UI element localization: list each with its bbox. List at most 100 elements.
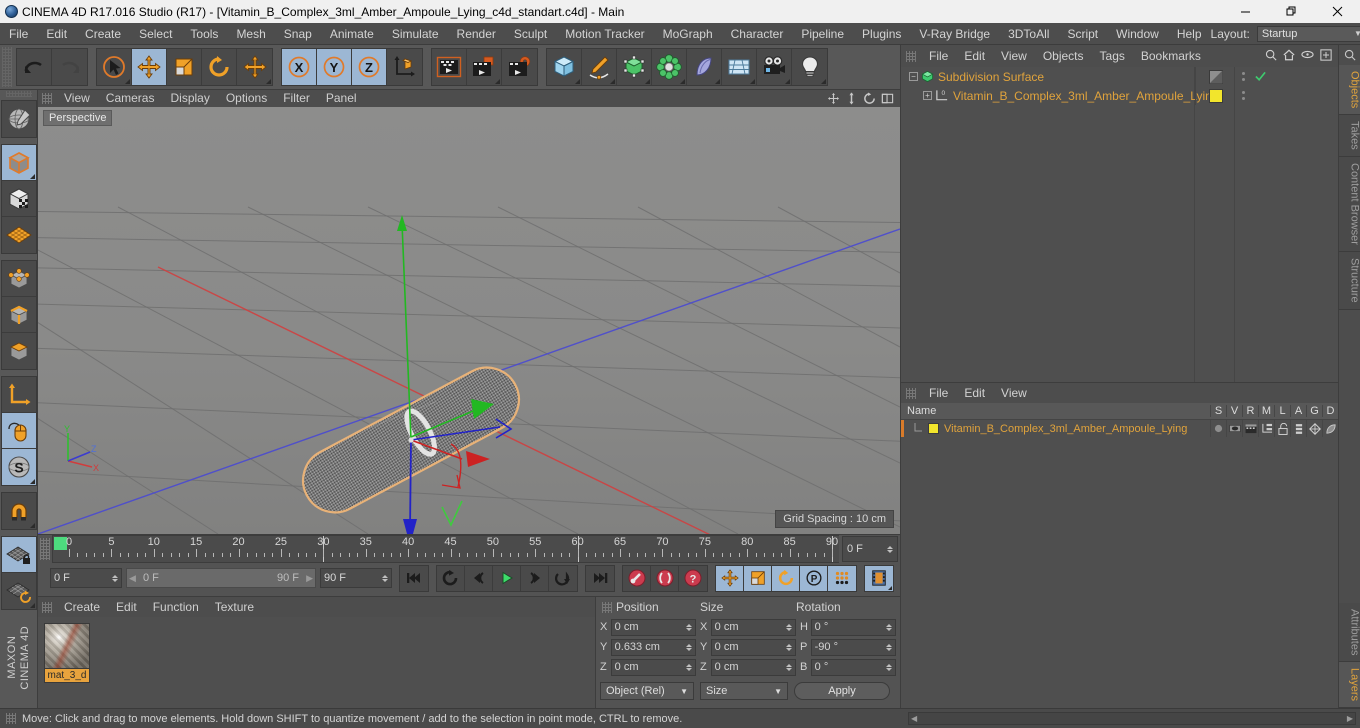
edges-mode-button[interactable] xyxy=(1,297,36,334)
stepper-icon[interactable] xyxy=(786,663,792,671)
scale-key-toggle[interactable] xyxy=(744,565,772,591)
horizontal-scrollbar[interactable]: ◀ ▶ xyxy=(908,712,1356,725)
tab-content-browser[interactable]: Content Browser xyxy=(1338,157,1360,252)
step-back-button[interactable] xyxy=(465,565,493,591)
layer-menu-view[interactable]: View xyxy=(993,383,1035,403)
left-toolbar-grip[interactable] xyxy=(5,91,32,98)
menu-animate[interactable]: Animate xyxy=(321,23,383,45)
generator-icon[interactable] xyxy=(1306,420,1322,437)
render-settings-button[interactable] xyxy=(502,49,537,85)
viewport-menu-view[interactable]: View xyxy=(56,90,98,107)
loop-playback-button[interactable] xyxy=(549,566,577,591)
expand-toggle-icon[interactable]: + xyxy=(923,91,932,100)
object-menu-file[interactable]: File xyxy=(921,45,956,67)
parameter-key-toggle[interactable]: P xyxy=(800,565,828,591)
rotation-h-input[interactable]: 0 ° xyxy=(810,618,896,636)
menu-plugins[interactable]: Plugins xyxy=(853,23,910,45)
menu-motion-tracker[interactable]: Motion Tracker xyxy=(556,23,653,45)
object-check-cell[interactable] xyxy=(1250,67,1270,86)
lock-open-icon[interactable] xyxy=(1274,420,1290,437)
step-forward-button[interactable] xyxy=(521,565,549,591)
menu-vray-bridge[interactable]: V-Ray Bridge xyxy=(910,23,999,45)
material-item[interactable]: mat_3_d xyxy=(44,623,90,683)
coordinate-system-dropdown[interactable]: Object (Rel) ▼ xyxy=(600,682,694,700)
enable-snapping-button[interactable]: S xyxy=(1,449,36,486)
add-spline-button[interactable] xyxy=(582,49,617,85)
object-menu-view[interactable]: View xyxy=(993,45,1035,67)
stepper-icon[interactable] xyxy=(686,623,692,631)
play-backwards-loop-button[interactable] xyxy=(437,565,465,591)
menu-mograph[interactable]: MoGraph xyxy=(654,23,722,45)
move-tool-button[interactable] xyxy=(132,49,167,85)
lock-y-axis-button[interactable]: Y xyxy=(317,49,352,85)
visibility-dots-icon[interactable] xyxy=(1241,72,1245,81)
position-z-input[interactable]: 0 cm xyxy=(610,658,696,676)
add-camera-button[interactable] xyxy=(757,49,792,85)
orbit-icon[interactable] xyxy=(862,91,877,106)
play-button[interactable] xyxy=(493,565,521,591)
layer-color-swatch[interactable] xyxy=(928,423,939,434)
material-menu-create[interactable]: Create xyxy=(56,597,108,617)
rotation-key-toggle[interactable] xyxy=(772,565,800,591)
layer-menu-edit[interactable]: Edit xyxy=(956,383,993,403)
maximize-button[interactable] xyxy=(1268,0,1314,23)
position-y-input[interactable]: 0.633 cm xyxy=(610,638,696,656)
stepper-icon[interactable] xyxy=(786,623,792,631)
menu-mesh[interactable]: Mesh xyxy=(227,23,274,45)
layer-menu-file[interactable]: File xyxy=(921,383,956,403)
maximize-view-icon[interactable] xyxy=(880,91,895,106)
autokeying-button[interactable] xyxy=(651,565,679,591)
preview-range-slider[interactable]: ◀ 0 F 90 F ▶ xyxy=(126,568,316,588)
new-layer-icon[interactable] xyxy=(1320,48,1332,64)
menu-3dtoall[interactable]: 3DToAll xyxy=(999,23,1058,45)
end-frame-field[interactable]: 90 F xyxy=(320,568,392,588)
menu-script[interactable]: Script xyxy=(1058,23,1107,45)
status-bar-grip[interactable] xyxy=(6,713,16,724)
rotation-b-input[interactable]: 0 ° xyxy=(810,658,896,676)
keyframe-selection-button[interactable]: ? xyxy=(679,566,707,591)
lock-z-axis-button[interactable]: Z xyxy=(352,49,387,85)
timeline-filmstrip-button[interactable] xyxy=(865,565,893,591)
visibility-dots-icon[interactable] xyxy=(1241,91,1245,100)
range-right-arrow-icon[interactable]: ▶ xyxy=(306,573,313,584)
coordinate-system-button[interactable] xyxy=(387,49,422,85)
viewport-grip[interactable] xyxy=(42,93,52,104)
stepper-icon[interactable] xyxy=(686,643,692,651)
minimize-button[interactable] xyxy=(1222,0,1268,23)
size-z-input[interactable]: 0 cm xyxy=(710,658,796,676)
tab-objects[interactable]: Objects xyxy=(1338,65,1360,116)
viewport-menu-filter[interactable]: Filter xyxy=(275,90,318,107)
object-material-tag-cell[interactable] xyxy=(1196,88,1236,103)
layout-dropdown[interactable]: Startup ▼ xyxy=(1256,25,1360,42)
tab-takes[interactable]: Takes xyxy=(1338,115,1360,158)
stepper-icon[interactable] xyxy=(886,623,892,631)
menu-pipeline[interactable]: Pipeline xyxy=(792,23,853,45)
menu-window[interactable]: Window xyxy=(1107,23,1168,45)
material-menu-texture[interactable]: Texture xyxy=(207,597,262,617)
dynamic-place-tool-button[interactable] xyxy=(237,49,272,85)
planar-workplane-button[interactable] xyxy=(2,573,36,609)
workplane-mode-button[interactable] xyxy=(2,217,36,253)
visible-eye-icon[interactable] xyxy=(1226,420,1242,437)
toolbar-grip[interactable] xyxy=(2,47,12,87)
record-active-objects-button[interactable] xyxy=(623,565,651,591)
object-manager-grip[interactable] xyxy=(906,50,916,62)
stepper-icon[interactable] xyxy=(887,545,893,553)
menu-edit[interactable]: Edit xyxy=(37,23,76,45)
redo-button[interactable] xyxy=(52,49,87,85)
tab-layers[interactable]: Layers xyxy=(1338,661,1360,708)
viewport-menu-display[interactable]: Display xyxy=(162,90,217,107)
render-view-button[interactable] xyxy=(432,49,467,85)
object-menu-tags[interactable]: Tags xyxy=(1092,45,1133,67)
texture-mode-button[interactable] xyxy=(1,181,36,218)
tab-attributes[interactable]: Attributes xyxy=(1338,602,1360,662)
render-to-picture-viewer-button[interactable] xyxy=(467,49,502,85)
stepper-icon[interactable] xyxy=(112,574,118,582)
expand-toggle-icon[interactable]: − xyxy=(909,72,918,81)
animation-icon[interactable] xyxy=(1290,420,1306,437)
go-to-end-button[interactable] xyxy=(586,566,614,591)
deformer-icon[interactable] xyxy=(1322,420,1338,437)
lock-x-axis-button[interactable]: X xyxy=(282,49,317,85)
close-button[interactable] xyxy=(1314,0,1360,23)
material-manager-grip[interactable] xyxy=(42,601,52,613)
